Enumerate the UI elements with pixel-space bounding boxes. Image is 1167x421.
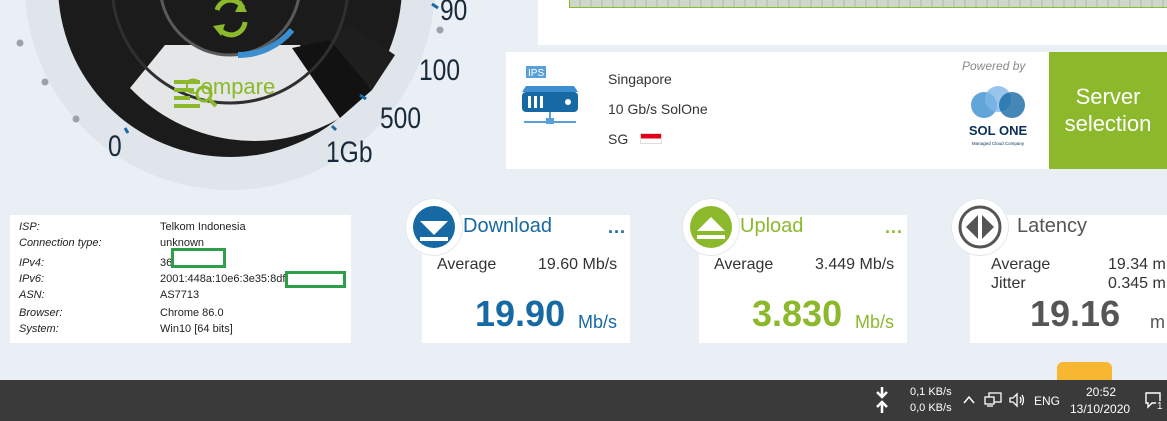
- gauge-label-1gb: 1Gb: [326, 136, 373, 169]
- singapore-flag-icon: [640, 133, 662, 144]
- latency-jitter-label: Jitter: [991, 275, 1026, 292]
- latency-average-label: Average: [991, 256, 1051, 273]
- info-key: IPv6:: [19, 273, 45, 285]
- info-key: Browser:: [19, 307, 63, 319]
- latency-title: Latency: [1017, 215, 1088, 237]
- sponsor-name: SOL ONE: [969, 123, 1028, 138]
- download-title: Download: [463, 215, 552, 237]
- server-icon-label: IPS: [528, 68, 544, 79]
- info-value: AS7713: [160, 289, 200, 301]
- upload-arrow-icon: [690, 206, 732, 248]
- connection-info-panel: ISP: Telkom Indonesia Connection type: u…: [10, 215, 351, 343]
- latency-average-value: 19.34 m: [1108, 256, 1166, 273]
- upload-current-value: 3.830: [752, 293, 843, 334]
- server-provider: 10 Gb/s SolOne: [608, 101, 708, 117]
- gauge-label-0: 0: [108, 130, 122, 163]
- download-average-value: 19.60 Mb/s: [538, 256, 618, 273]
- latency-icon: [958, 205, 1002, 249]
- server-selection-label: Server selection: [1064, 84, 1152, 136]
- clock-date[interactable]: 13/10/2020: [1070, 402, 1130, 416]
- windows-taskbar: 0,1 KB/s 0,0 KB/s ENG 20:52 13/10/2020 1: [0, 380, 1167, 421]
- network-speed-arrows-icon: [876, 387, 888, 413]
- server-panel: IPS Singapore 10 Gb/s SolOne SG Powered …: [506, 52, 1167, 169]
- info-row-isp: ISP: Telkom Indonesia: [19, 221, 351, 237]
- compare-icon: [174, 80, 218, 108]
- info-value: Win10 [64 bits]: [160, 323, 233, 335]
- gauge-label-90: 90: [440, 0, 468, 27]
- download-current-value: 19.90: [475, 293, 566, 334]
- clock-time[interactable]: 20:52: [1086, 385, 1116, 399]
- refresh-icon[interactable]: [205, 0, 255, 40]
- upload-more-button[interactable]: ...: [885, 217, 903, 238]
- solone-logo: SOL ONE Managed Cloud Company: [969, 86, 1028, 146]
- upload-unit: Mb/s: [855, 312, 895, 332]
- download-arrow-icon: [413, 206, 455, 248]
- ipv4-redaction-box: [171, 248, 226, 268]
- server-country: SG: [608, 131, 629, 147]
- language-indicator[interactable]: ENG: [1034, 394, 1060, 408]
- info-value: 2001:448a:10e6:3e35:8df: [160, 273, 286, 285]
- volume-icon[interactable]: [1008, 392, 1026, 408]
- network-upload-rate: 0,0 KB/s: [910, 402, 952, 414]
- upload-title: Upload: [740, 215, 804, 237]
- info-key: ISP:: [19, 221, 40, 233]
- server-city: Singapore: [608, 71, 672, 87]
- server-icon: IPS: [522, 66, 578, 124]
- upload-average-value: 3.449 Mb/s: [815, 256, 895, 273]
- latency-unit: m: [1150, 312, 1165, 332]
- latency-icon-circle: [952, 199, 1008, 255]
- speed-gauge: 0 1Gb 500 100 90 Compare: [0, 0, 520, 200]
- download-icon-circle: [406, 199, 462, 255]
- download-unit: Mb/s: [578, 312, 618, 332]
- gauge-label-100: 100: [419, 54, 461, 87]
- ipv6-redaction-box: [285, 271, 346, 288]
- upload-icon-circle: [683, 199, 739, 255]
- compare-button[interactable]: Compare: [170, 74, 290, 108]
- download-average-label: Average: [437, 256, 497, 273]
- chevron-up-icon[interactable]: [962, 394, 976, 406]
- info-row-system: System: Win10 [64 bits]: [19, 323, 351, 339]
- gauge-graphic: [16, 0, 444, 190]
- latency-jitter-value: 0.345 m: [1108, 275, 1166, 292]
- notification-count-badge: 1: [1156, 401, 1164, 412]
- info-value: Chrome 86.0: [160, 307, 224, 319]
- gauge-label-500: 500: [380, 102, 422, 135]
- latency-current-value: 19.16: [1030, 293, 1121, 334]
- info-key: ASN:: [19, 289, 45, 301]
- download-more-button[interactable]: ...: [608, 217, 626, 238]
- info-row-asn: ASN: AS7713: [19, 289, 351, 305]
- server-selection-button[interactable]: Server selection: [1049, 52, 1167, 169]
- info-key: Connection type:: [19, 237, 102, 249]
- info-row-browser: Browser: Chrome 86.0: [19, 307, 351, 323]
- powered-by-label: Powered by: [962, 59, 1026, 73]
- network-download-rate: 0,1 KB/s: [910, 386, 952, 398]
- network-icon[interactable]: [984, 392, 1002, 408]
- sponsor-tagline: Managed Cloud Company: [972, 141, 1025, 146]
- info-key: IPv4:: [19, 257, 45, 269]
- upload-average-label: Average: [714, 256, 774, 273]
- info-value: Telkom Indonesia: [160, 221, 246, 233]
- info-key: System:: [19, 323, 59, 335]
- speed-graph-strip: [569, 0, 1167, 8]
